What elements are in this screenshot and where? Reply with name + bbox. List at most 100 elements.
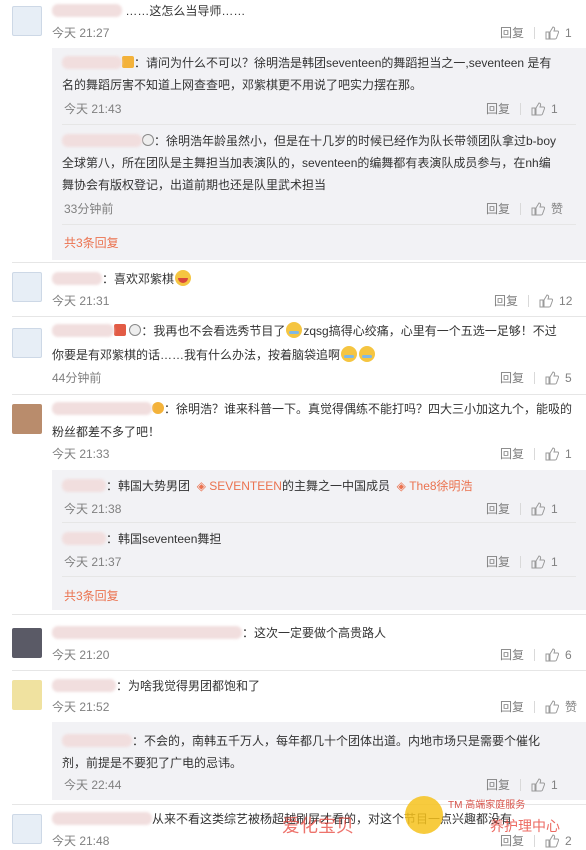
like-count: 1 bbox=[551, 102, 558, 116]
comment-actions: 回复 1 bbox=[500, 445, 572, 463]
username[interactable] bbox=[52, 272, 102, 285]
reply-actions: 回复 赞 bbox=[486, 200, 563, 218]
reply-button[interactable]: 回复 bbox=[500, 698, 524, 716]
like-button[interactable]: 赞 bbox=[545, 698, 577, 716]
divider-line bbox=[12, 670, 586, 671]
timestamp: 今天 21:52 bbox=[52, 700, 110, 714]
reply-text-cont: 全球第八，所在团队是主舞担当加表演队的，seventeen的编舞都有表演队成员参… bbox=[62, 156, 551, 170]
panda-emoji-icon bbox=[129, 324, 142, 336]
like-button[interactable]: 1 bbox=[545, 445, 572, 463]
topic-tag-link[interactable]: ◈ SEVENTEEN bbox=[197, 479, 282, 493]
avatar[interactable] bbox=[12, 328, 42, 358]
divider bbox=[534, 448, 536, 460]
watermark-text: 养护理中心 bbox=[490, 818, 560, 834]
like-button[interactable]: 6 bbox=[545, 646, 572, 664]
thumbs-up-icon bbox=[545, 648, 560, 662]
divider bbox=[528, 295, 530, 307]
panda-emoji-icon bbox=[142, 134, 154, 146]
username[interactable] bbox=[62, 479, 106, 492]
thumbs-up-icon bbox=[539, 294, 554, 308]
reply-button[interactable]: 回复 bbox=[500, 369, 524, 387]
comment-actions: 回复 6 bbox=[500, 646, 572, 664]
watermark-logo-icon bbox=[405, 796, 443, 834]
like-count: 赞 bbox=[551, 202, 564, 216]
avatar[interactable] bbox=[12, 680, 42, 710]
like-count: 2 bbox=[565, 834, 572, 848]
watermark-brand: TM 高端家庭服务 bbox=[448, 800, 526, 811]
like-button[interactable]: 12 bbox=[539, 292, 572, 310]
divider-line bbox=[62, 124, 576, 125]
topic-tag-link[interactable]: ◈ The8徐明浩 bbox=[397, 479, 473, 493]
like-button[interactable]: 1 bbox=[531, 500, 558, 518]
divider-line bbox=[12, 316, 586, 317]
view-more-replies-link[interactable]: 共3条回复 bbox=[64, 587, 119, 604]
like-button[interactable]: 5 bbox=[545, 369, 572, 387]
reply-button[interactable]: 回复 bbox=[500, 24, 524, 42]
reply-text: ：韩国seventeen舞担 bbox=[62, 528, 221, 550]
divider bbox=[520, 503, 522, 515]
username[interactable] bbox=[52, 402, 152, 415]
comment-text: ：这次一定要做个高贵路人 bbox=[52, 622, 386, 644]
reply-button[interactable]: 回复 bbox=[494, 292, 518, 310]
avatar[interactable] bbox=[12, 628, 42, 658]
username[interactable] bbox=[52, 626, 242, 639]
comment-actions: 回复 赞 bbox=[500, 698, 577, 716]
timestamp: 今天 21:43 bbox=[64, 102, 122, 116]
badge-icon bbox=[114, 324, 126, 336]
thumbs-up-icon bbox=[545, 447, 560, 461]
like-count: 赞 bbox=[565, 700, 578, 714]
reply-text-cont: 剂，前提是不要犯了广电的忌讳。 bbox=[62, 756, 243, 770]
comment-text: ：我再也不会看选秀节目了 zqsg搞得心绞痛，心里有一个五选一足够！不过 bbox=[52, 320, 557, 342]
like-button[interactable]: 1 bbox=[531, 100, 558, 118]
username[interactable] bbox=[62, 532, 106, 545]
reply-text: ：请问为什么不可以？徐明浩是韩团seventeen的舞蹈担当之一,sevente… bbox=[62, 52, 551, 74]
crying-emoji-icon bbox=[286, 322, 303, 338]
badge-icon bbox=[152, 402, 164, 414]
avatar[interactable] bbox=[12, 404, 42, 434]
like-button[interactable]: 1 bbox=[531, 776, 558, 794]
reply-button[interactable]: 回复 bbox=[486, 500, 510, 518]
reply-text: ：徐明浩年龄虽然小，但是在十几岁的时候已经作为队长带领团队拿过b-boy bbox=[62, 130, 556, 152]
divider bbox=[534, 701, 536, 713]
like-button[interactable]: 赞 bbox=[531, 200, 563, 218]
divider bbox=[520, 779, 522, 791]
like-button[interactable]: 1 bbox=[545, 24, 572, 42]
username[interactable] bbox=[52, 324, 114, 337]
comment-text-cont: 你要是有邓紫棋的话……我有什么办法，按着脑袋追啊 bbox=[52, 344, 376, 366]
username[interactable] bbox=[62, 56, 122, 69]
divider bbox=[534, 27, 536, 39]
like-button[interactable]: 1 bbox=[531, 553, 558, 571]
avatar[interactable] bbox=[12, 272, 42, 302]
divider-line bbox=[62, 224, 576, 225]
like-count: 1 bbox=[551, 502, 558, 516]
reply-actions: 回复 1 bbox=[486, 500, 558, 518]
reply-button[interactable]: 回复 bbox=[486, 776, 510, 794]
timestamp: 今天 21:33 bbox=[52, 447, 110, 461]
divider-line bbox=[12, 394, 586, 395]
crying-emoji-icon bbox=[341, 346, 358, 362]
reply-text-cont: 名的舞蹈厉害不知道上网查查吧，邓紫棋更不用说了吧实力摆在那。 bbox=[62, 78, 423, 92]
username[interactable] bbox=[62, 134, 142, 147]
reply-button[interactable]: 回复 bbox=[500, 445, 524, 463]
reply-button[interactable]: 回复 bbox=[500, 646, 524, 664]
reply-button[interactable]: 回复 bbox=[486, 100, 510, 118]
divider bbox=[520, 556, 522, 568]
avatar[interactable] bbox=[12, 814, 42, 844]
divider-line bbox=[62, 522, 576, 523]
username[interactable] bbox=[52, 679, 116, 692]
username[interactable] bbox=[52, 4, 122, 17]
like-count: 6 bbox=[565, 648, 572, 662]
view-more-replies-link[interactable]: 共3条回复 bbox=[64, 234, 119, 251]
username[interactable] bbox=[52, 812, 152, 825]
avatar[interactable] bbox=[12, 6, 42, 36]
thumbs-up-icon bbox=[531, 778, 546, 792]
thumbs-up-icon bbox=[545, 700, 560, 714]
reply-button[interactable]: 回复 bbox=[486, 553, 510, 571]
reply-button[interactable]: 回复 bbox=[486, 200, 510, 218]
timestamp: 今天 21:37 bbox=[64, 555, 122, 569]
like-count: 5 bbox=[565, 371, 572, 385]
comment-text: ：喜欢邓紫棋 bbox=[52, 268, 192, 290]
timestamp: 今天 21:27 bbox=[52, 26, 110, 40]
crying-emoji-icon bbox=[359, 346, 376, 362]
username[interactable] bbox=[62, 734, 132, 747]
